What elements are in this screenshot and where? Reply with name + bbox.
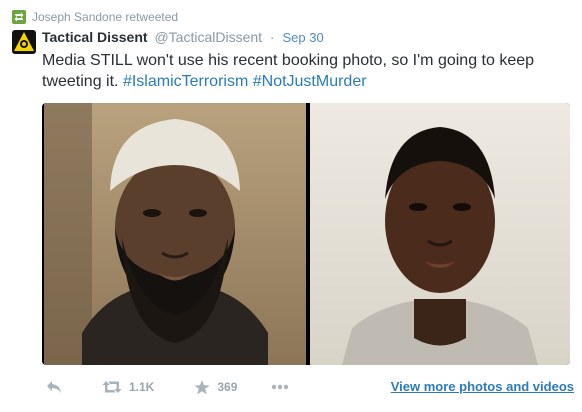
reply-button[interactable]	[46, 380, 62, 394]
retweet-context: Joseph Sandone retweeted	[12, 10, 178, 24]
tweet-text: Media STILL won't use his recent booking…	[42, 50, 572, 92]
more-dots-icon	[271, 384, 289, 390]
avatar[interactable]	[12, 30, 36, 54]
author-handle[interactable]: @TacticalDissent	[154, 29, 262, 45]
retweet-count: 1.1K	[129, 380, 155, 394]
reply-icon	[46, 380, 62, 394]
separator-dot: ·	[269, 29, 275, 45]
favorite-button[interactable]: 369	[194, 379, 238, 395]
favorite-count: 369	[217, 380, 238, 394]
view-more-photos-link[interactable]: View more photos and videos	[391, 379, 574, 394]
retweet-button[interactable]: 1.1K	[102, 380, 154, 394]
tactical-dissent-logo-icon	[12, 30, 36, 54]
tweet-date-link[interactable]: Sep 30	[282, 30, 323, 45]
star-icon	[194, 379, 210, 395]
author-name[interactable]: Tactical Dissent	[42, 29, 148, 45]
more-button[interactable]	[271, 384, 289, 390]
right-photo-image	[310, 103, 570, 365]
tweet-header: Tactical Dissent @TacticalDissent · Sep …	[42, 29, 324, 45]
retweet-icon	[102, 380, 122, 394]
hashtag-link-not-just-murder[interactable]: #NotJustMurder	[253, 73, 367, 90]
retweeter-link[interactable]: Joseph Sandone retweeted	[32, 10, 178, 24]
tweet-photo[interactable]	[42, 103, 570, 365]
hashtag-link-islamic-terrorism[interactable]: #IslamicTerrorism	[123, 73, 248, 90]
left-photo-image	[44, 103, 306, 365]
retweet-icon	[12, 10, 26, 24]
